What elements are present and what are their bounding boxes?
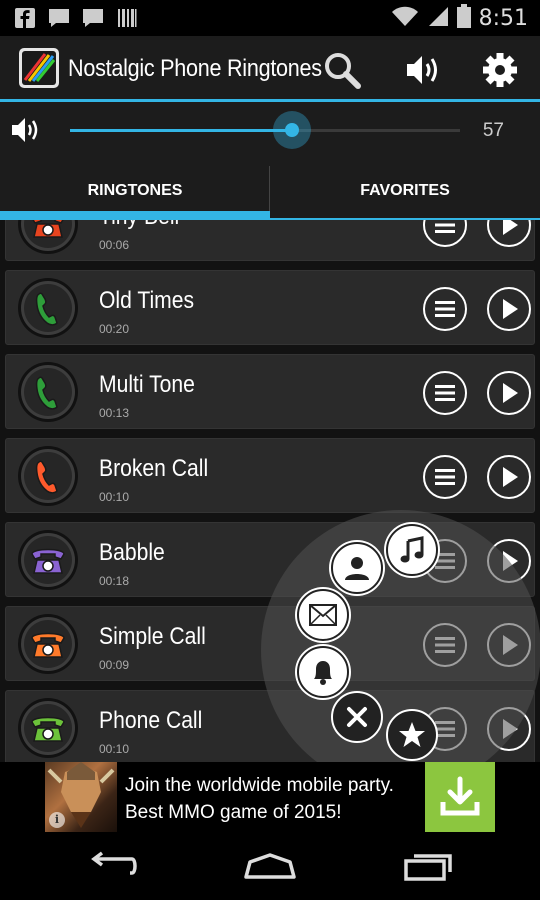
menu-icon: [435, 469, 455, 485]
ad-banner[interactable]: i Join the worldwide mobile party. Best …: [0, 762, 540, 832]
status-bar: 8:51: [0, 0, 540, 36]
download-icon[interactable]: [425, 762, 495, 832]
ad-line1: Join the worldwide mobile party.: [125, 775, 394, 796]
wifi-icon: [391, 5, 419, 32]
ringtone-name: Broken Call: [99, 455, 209, 482]
gear-icon[interactable]: [478, 48, 522, 92]
app-logo: [18, 47, 60, 89]
speaker-icon[interactable]: [402, 48, 446, 92]
ringtone-name: Phone Call: [99, 707, 203, 734]
navigation-bar: [0, 832, 540, 900]
ad-game-image[interactable]: i: [45, 762, 117, 832]
ad-info-icon[interactable]: i: [49, 812, 65, 828]
ringtone-row[interactable]: Old Times 00:20: [5, 270, 535, 345]
ringtone-duration: 00:06: [99, 238, 130, 252]
ringtone-duration: 00:13: [99, 406, 130, 420]
bell-icon[interactable]: [297, 646, 349, 698]
contact-icon[interactable]: [331, 542, 383, 594]
ringtone-menu-button[interactable]: [423, 287, 467, 331]
ringtone-play-button[interactable]: [487, 287, 531, 331]
rotary-phone-icon: [17, 697, 79, 759]
ringtone-name: Multi Tone: [99, 371, 195, 398]
volume-value: 57: [482, 120, 504, 141]
home-icon[interactable]: [235, 844, 305, 888]
ringtone-name: Simple Call: [99, 623, 206, 650]
ringtone-name: Old Times: [99, 287, 195, 314]
close-icon[interactable]: [331, 691, 383, 743]
volume-slider-fill: [70, 129, 293, 132]
ringtone-menu-button[interactable]: [423, 455, 467, 499]
handset-icon: [17, 445, 79, 507]
ringtone-duration: 00:20: [99, 322, 130, 336]
star-icon[interactable]: [386, 709, 438, 761]
clock: 8:51: [478, 6, 528, 31]
menu-icon: [435, 223, 455, 233]
rotary-phone-icon: [17, 613, 79, 675]
play-icon: [503, 467, 518, 487]
play-icon: [503, 383, 518, 403]
ringtone-menu-button[interactable]: [423, 371, 467, 415]
rotary-phone-icon: [17, 220, 79, 255]
search-icon[interactable]: [320, 48, 364, 92]
handset-icon: [17, 361, 79, 423]
action-bar: Nostalgic Phone Ringtones: [0, 36, 540, 102]
signal-icon: [427, 5, 449, 32]
menu-icon: [435, 301, 455, 317]
tab-favorites[interactable]: FAVORITES: [270, 162, 540, 220]
barcode-icon: [116, 7, 138, 29]
ringtone-play-button[interactable]: [487, 220, 531, 247]
play-icon: [503, 220, 518, 235]
volume-slider-thumb[interactable]: [273, 111, 312, 149]
speaker-icon: [10, 115, 44, 145]
back-icon[interactable]: [77, 844, 147, 888]
ringtone-play-button[interactable]: [487, 371, 531, 415]
recents-icon[interactable]: [393, 844, 463, 888]
ad-text: Join the worldwide mobile party. Best MM…: [125, 772, 394, 826]
rotary-phone-icon: [17, 529, 79, 591]
chat-icon: [48, 7, 70, 29]
battery-icon: [456, 4, 471, 33]
ringtone-name: Tiny Bell: [99, 220, 179, 231]
ringtone-name: Babble: [99, 539, 165, 566]
chat-icon: [82, 7, 104, 29]
ad-line2: Best MMO game of 2015!: [125, 802, 342, 823]
tab-indicator: [0, 211, 270, 220]
ringtone-play-button[interactable]: [487, 455, 531, 499]
ringtone-duration: 00:09: [99, 658, 130, 672]
play-icon: [503, 299, 518, 319]
menu-icon: [435, 385, 455, 401]
volume-row: 57: [0, 102, 540, 162]
radial-menu: [261, 510, 540, 790]
handset-icon: [17, 277, 79, 339]
ringtone-duration: 00:10: [99, 742, 130, 756]
ringtone-duration: 00:10: [99, 490, 130, 504]
app-title: Nostalgic Phone Ringtones: [68, 55, 322, 82]
music-note-icon[interactable]: [386, 524, 438, 576]
ringtone-row[interactable]: Tiny Bell 00:06: [5, 220, 535, 261]
volume-slider[interactable]: [70, 111, 460, 149]
ringtone-row[interactable]: Broken Call 00:10: [5, 438, 535, 513]
ringtone-row[interactable]: Multi Tone 00:13: [5, 354, 535, 429]
facebook-icon: [14, 7, 36, 29]
ringtone-menu-button[interactable]: [423, 220, 467, 247]
ringtone-duration: 00:18: [99, 574, 130, 588]
envelope-icon[interactable]: [297, 589, 349, 641]
